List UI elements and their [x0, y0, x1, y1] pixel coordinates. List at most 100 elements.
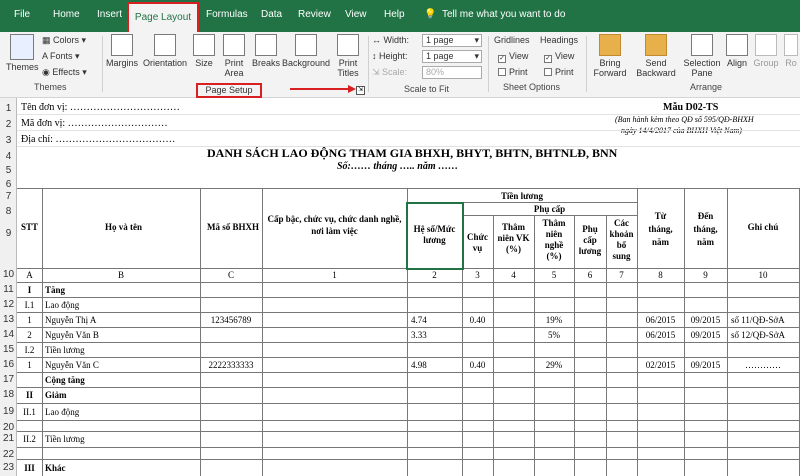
row-number[interactable]: 7: [0, 191, 17, 202]
row-number[interactable]: 3: [0, 135, 17, 146]
header-to-1: Đến: [697, 211, 714, 221]
group-button[interactable]: Group: [752, 34, 780, 68]
headings-print-checkbox[interactable]: Print: [544, 67, 574, 77]
themes-icon: [10, 34, 34, 60]
tab-page-layout[interactable]: Page Layout: [127, 2, 199, 32]
table-row-stt: 1: [27, 360, 32, 370]
divider: [488, 36, 489, 92]
header-from-1: Từ: [654, 211, 667, 221]
tab-review[interactable]: Review: [298, 9, 331, 20]
tab-help[interactable]: Help: [384, 9, 405, 20]
tab-data[interactable]: Data: [261, 9, 282, 20]
header-extra-2: khoản: [609, 229, 634, 239]
header-position-1: Cấp bậc, chức vụ, chức danh nghề,: [267, 214, 402, 224]
row-number[interactable]: 15: [0, 344, 17, 355]
margins-button[interactable]: Margins: [106, 34, 138, 68]
row-number[interactable]: 10: [0, 269, 17, 280]
print-area-button[interactable]: Print Area: [220, 34, 248, 78]
height-dropdown[interactable]: 1 page ▾: [422, 50, 482, 63]
header-code: Mã số BHXH: [207, 222, 260, 232]
headings-view-checkbox[interactable]: ✓ View: [544, 51, 574, 63]
themes-group-label: Themes: [34, 82, 67, 92]
table-row-stt: 1: [27, 315, 32, 325]
bring-forward-button[interactable]: Bring Forward: [590, 34, 630, 78]
header-extra-1: Các: [614, 218, 629, 228]
table-row-name: Lao động: [45, 300, 80, 310]
row-number[interactable]: 19: [0, 406, 17, 417]
align-button[interactable]: Align: [724, 34, 750, 68]
send-backward-icon: [645, 34, 667, 56]
row-number[interactable]: 6: [0, 179, 17, 190]
header-seniority-3: (%): [506, 244, 521, 254]
table-row-name: Tiền lương: [45, 345, 85, 355]
tell-me-search[interactable]: Tell me what you want to do: [442, 9, 565, 20]
index-cell: 4: [511, 270, 516, 280]
row-number[interactable]: 23: [0, 462, 17, 473]
table-row-tnn: 29%: [545, 360, 563, 370]
divider: [368, 36, 369, 92]
row-number[interactable]: 4: [0, 151, 17, 162]
checkmark-icon: ✓: [544, 55, 552, 63]
scale-spinner[interactable]: 80%: [422, 66, 482, 79]
size-button[interactable]: Size: [192, 34, 216, 68]
breaks-button[interactable]: Breaks: [252, 34, 280, 68]
themes-button[interactable]: Themes: [6, 34, 39, 72]
row-number[interactable]: 5: [0, 165, 17, 176]
width-icon: ↔: [372, 35, 384, 45]
orientation-button[interactable]: Orientation: [142, 34, 188, 68]
orientation-icon: [154, 34, 176, 56]
table-row-code: 123456789: [210, 315, 252, 325]
print-titles-button[interactable]: Print Titles: [334, 34, 362, 78]
row-number[interactable]: 17: [0, 374, 17, 385]
table-row-coef: 3.33: [411, 330, 427, 340]
menu-bar: File Home Insert Page Layout Formulas Da…: [0, 0, 800, 32]
row-number[interactable]: 22: [0, 449, 17, 460]
worksheet-grid[interactable]: Tên đơn vị: …………………………… Mã đơn vị: ………………: [17, 98, 800, 476]
rotate-button[interactable]: Ro: [782, 34, 800, 68]
row-number[interactable]: 18: [0, 389, 17, 400]
scale-icon: ⇲: [372, 67, 383, 77]
gridlines-view-checkbox[interactable]: ✓ View: [498, 51, 528, 63]
row-number[interactable]: 8: [0, 206, 17, 217]
arrow-icon: [290, 85, 356, 93]
fonts-button[interactable]: A Fonts ▾: [42, 51, 80, 61]
tab-home[interactable]: Home: [53, 9, 80, 20]
table-row-name: Nguyễn Thị A: [45, 315, 97, 325]
table-row-stt: II.1: [23, 407, 36, 417]
row-number[interactable]: 11: [0, 284, 17, 295]
tab-insert[interactable]: Insert: [97, 9, 122, 20]
send-backward-button[interactable]: Send Backward: [634, 34, 678, 78]
unit-name-text: Tên đơn vị: ……………………………: [21, 102, 180, 113]
gridlines-print-checkbox[interactable]: Print: [498, 67, 528, 77]
header-job-seniority-1: Thâm: [542, 218, 566, 228]
effects-button[interactable]: ◉ Effects ▾: [42, 67, 87, 77]
table-row-name: Tiền lương: [45, 434, 85, 444]
row-number[interactable]: 2: [0, 119, 17, 130]
colors-button[interactable]: ▦ Colors ▾: [42, 35, 86, 45]
row-number[interactable]: 21: [0, 433, 17, 444]
table-row-name: Nguyễn Văn B: [45, 330, 99, 340]
header-job-seniority-4: (%): [546, 251, 562, 261]
chevron-down-icon: ▾: [474, 35, 479, 45]
tab-file[interactable]: File: [14, 9, 30, 20]
row-number[interactable]: 14: [0, 329, 17, 340]
row-number[interactable]: 12: [0, 299, 17, 310]
arrange-group-label: Arrange: [690, 82, 723, 92]
page-setup-launcher-icon[interactable]: ⇲: [356, 86, 365, 95]
row-number[interactable]: 9: [0, 228, 17, 239]
table-row-code: 2222333333: [208, 360, 254, 370]
selection-pane-button[interactable]: Selection Pane: [682, 34, 722, 78]
header-from-2: tháng,: [648, 224, 673, 234]
table-row-stt: I.1: [24, 300, 35, 310]
tab-formulas[interactable]: Formulas: [206, 9, 248, 20]
unit-code-text: Mã đơn vị: …………………………: [21, 118, 168, 129]
background-button[interactable]: Background: [282, 34, 330, 68]
tab-view[interactable]: View: [345, 9, 367, 20]
page-title: DANH SÁCH LAO ĐỘNG THAM GIA BHXH, BHYT, …: [207, 146, 618, 160]
width-dropdown[interactable]: 1 page ▾: [422, 34, 482, 47]
background-icon: [295, 34, 317, 56]
row-number[interactable]: 20: [0, 422, 17, 433]
row-number[interactable]: 1: [0, 103, 17, 114]
row-number[interactable]: 16: [0, 359, 17, 370]
row-number[interactable]: 13: [0, 314, 17, 325]
